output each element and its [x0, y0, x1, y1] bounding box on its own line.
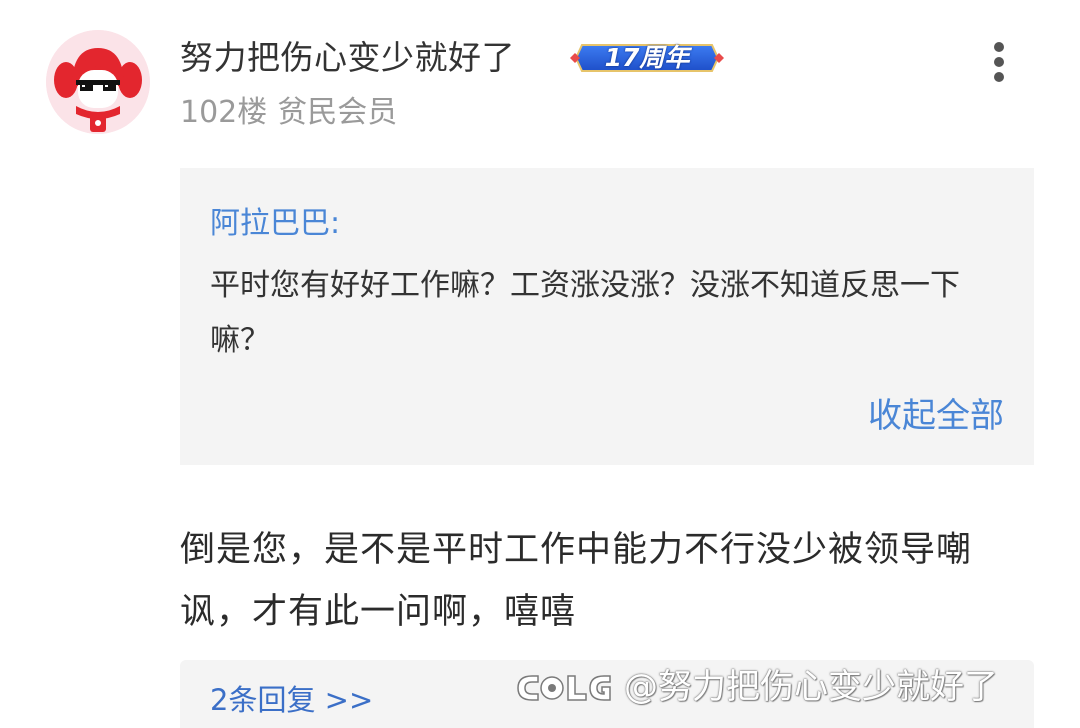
- badge-text: 17周年: [604, 43, 690, 72]
- view-replies-link[interactable]: 2条回复 >>: [210, 680, 373, 720]
- more-options-icon[interactable]: [982, 40, 1018, 84]
- collapse-all-button[interactable]: 收起全部: [868, 394, 1004, 438]
- quote-text: 平时您有好好工作嘛？工资涨没涨？没涨不知道反思一下嘛？: [210, 268, 960, 358]
- member-level: 贫民会员: [277, 95, 398, 130]
- dot: [994, 57, 1004, 67]
- floor-label: 102楼: [180, 95, 268, 130]
- quote-author[interactable]: 阿拉巴巴:: [210, 202, 340, 246]
- colg-logo-icon: [517, 675, 611, 701]
- reply-content: 倒是您，是不是平时工作中能力不行没少被领导嘲讽，才有此一问啊，嘻嘻: [180, 530, 973, 632]
- quoted-comment: 阿拉巴巴: 平时您有好好工作嘛？工资涨没涨？没涨不知道反思一下嘛？ 收起全部: [180, 168, 1034, 465]
- dot: [994, 42, 1004, 52]
- user-avatar[interactable]: [46, 30, 150, 134]
- username[interactable]: 努力把伤心变少就好了: [180, 36, 515, 80]
- avatar-cartoon-icon: [46, 30, 150, 134]
- post-meta: 102楼 贫民会员: [180, 92, 397, 134]
- dot: [994, 72, 1004, 82]
- watermark-text: @努力把伤心变少就好了: [624, 667, 998, 707]
- anniversary-badge: 17周年: [568, 37, 726, 79]
